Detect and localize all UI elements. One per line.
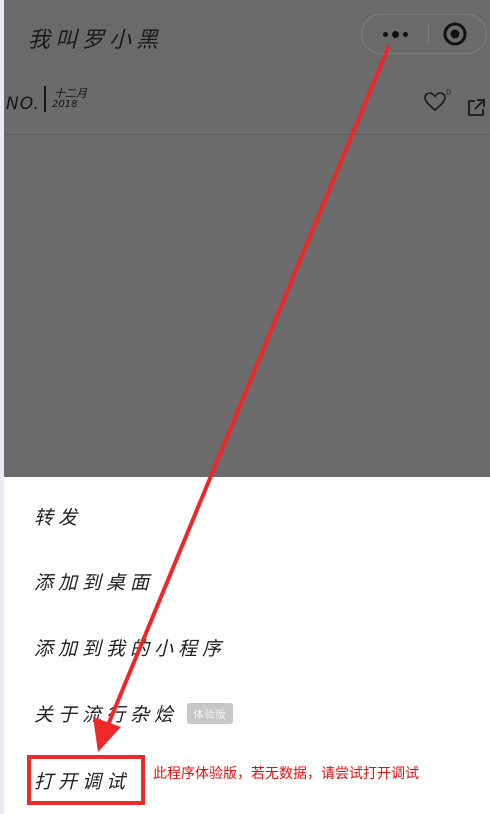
capsule-divider bbox=[428, 24, 429, 44]
heart-icon[interactable] bbox=[424, 92, 446, 112]
date-divider bbox=[44, 86, 46, 112]
menu-item-forward[interactable]: 转发 bbox=[34, 503, 82, 530]
trial-version-badge: 体验版 bbox=[187, 703, 233, 724]
page-title: 我叫罗小黑 bbox=[28, 28, 164, 53]
dimmed-content-area bbox=[4, 135, 490, 477]
info-bar: NO. 十二月 2018 0 bbox=[4, 68, 490, 135]
date-year: 2018 bbox=[52, 99, 78, 110]
like-count: 0 bbox=[446, 88, 452, 97]
debug-highlight-box bbox=[27, 755, 145, 805]
issue-number-label: NO. bbox=[6, 94, 40, 114]
menu-item-about[interactable]: 关于流行杂烩 bbox=[34, 700, 178, 727]
annotation-text: 此程序体验版，若无数据，请尝试打开调试 bbox=[153, 766, 419, 782]
menu-item-add-to-my-miniprogram[interactable]: 添加到我的小程序 bbox=[34, 634, 226, 661]
more-dots-icon[interactable] bbox=[362, 15, 428, 53]
capsule-menu bbox=[361, 14, 487, 54]
share-icon[interactable] bbox=[466, 98, 486, 118]
menu-item-add-to-desktop[interactable]: 添加到桌面 bbox=[34, 568, 154, 595]
navigation-bar: 我叫罗小黑 bbox=[4, 0, 490, 68]
target-close-icon[interactable] bbox=[442, 21, 468, 47]
